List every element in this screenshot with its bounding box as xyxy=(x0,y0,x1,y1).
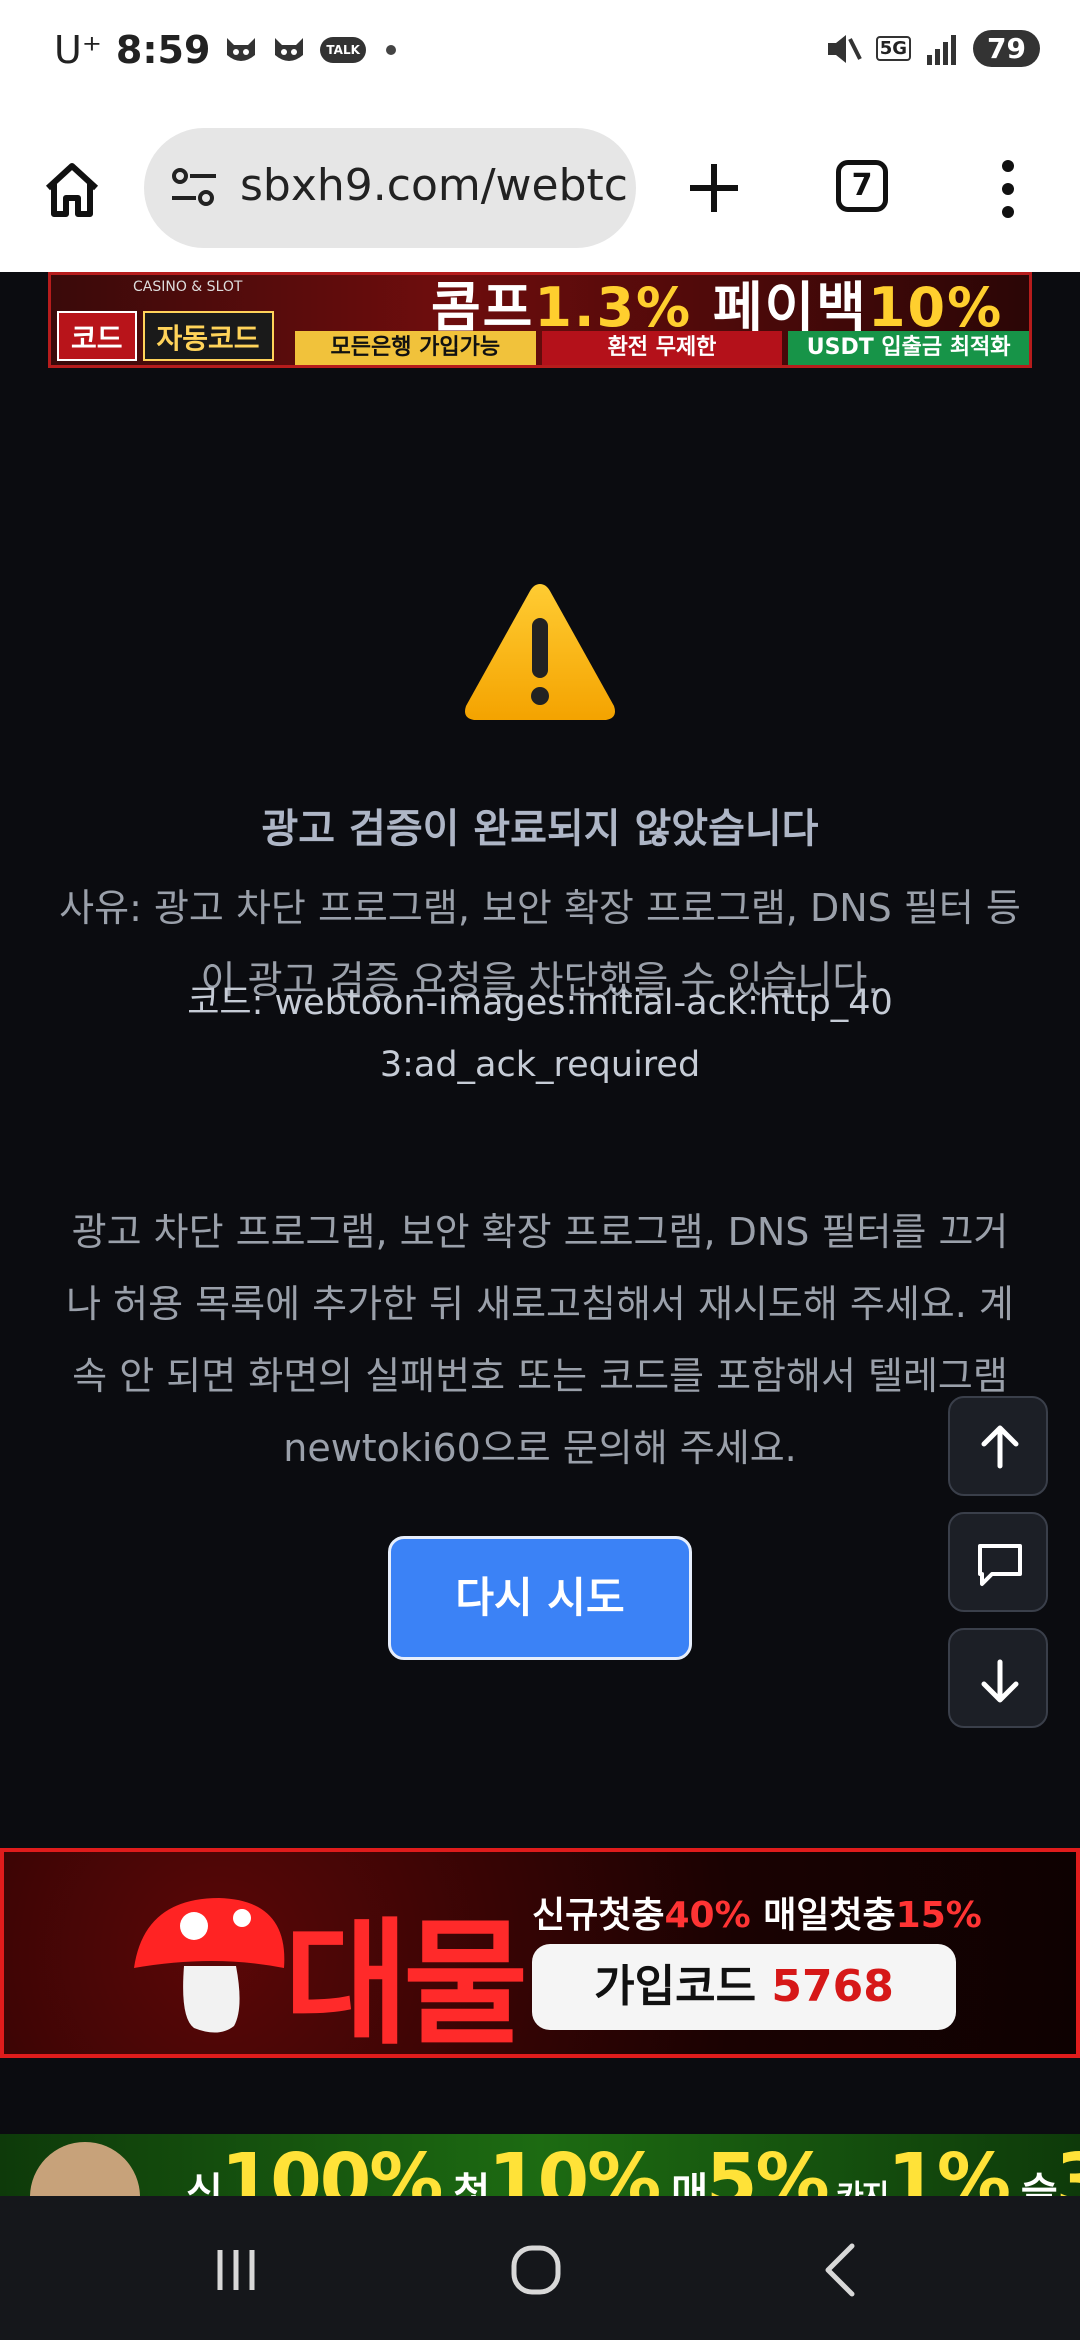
ad-promo-line: 신규첫충40% 매일첫충15% xyxy=(532,1886,982,1938)
ad-bonus-text: 신100% 첫10% 매5% 카지1% 슬3% xyxy=(186,2138,1080,2196)
ad-join-code-box: 가입코드 5768 xyxy=(532,1944,956,2030)
new-tab-icon[interactable] xyxy=(684,158,744,218)
ad-join-code: 5768 xyxy=(771,1961,894,2012)
scroll-to-bottom-button[interactable] xyxy=(948,1628,1048,1728)
comments-button[interactable] xyxy=(948,1512,1048,1612)
ad-bonus-p10: 3% xyxy=(1056,2138,1080,2196)
arrow-down-icon xyxy=(981,1659,1019,1703)
more-menu-icon[interactable] xyxy=(996,156,1020,222)
network-label: 5G xyxy=(875,36,912,61)
system-navigation-bar xyxy=(0,2196,1080,2340)
recent-apps-icon[interactable] xyxy=(206,2240,266,2300)
ad-feature-strip: 모든은행 가입가능 환전 무제한 USDT 입출금 최적화 xyxy=(295,331,1029,365)
ad-headline-mid: 페이백 xyxy=(692,276,868,339)
ad-feature-exchange: 환전 무제한 xyxy=(541,331,783,365)
casino-ad-banner-top[interactable]: CASINO & SLOT 콤프1.3% 페이백10% 코드 자동코드 모든은행… xyxy=(48,272,1032,368)
site-settings-icon[interactable] xyxy=(170,166,218,210)
ad-bonus-p2: 100% xyxy=(220,2138,444,2196)
ad-tagline: CASINO & SLOT xyxy=(133,279,243,295)
ad-bonus-p4: 10% xyxy=(488,2138,661,2196)
ad-code-label: 코드 xyxy=(57,311,137,361)
arrow-up-icon xyxy=(981,1425,1019,1469)
mute-icon xyxy=(827,34,862,63)
tab-switcher-button[interactable]: 7 xyxy=(836,160,888,212)
url-text: sbxh9.com/webtc xyxy=(240,160,628,211)
cat-icon xyxy=(275,38,304,61)
home-icon[interactable] xyxy=(40,158,104,222)
mascot-avatar xyxy=(30,2142,140,2196)
back-icon[interactable] xyxy=(812,2240,872,2300)
ad-headline-prefix: 콤프 xyxy=(431,276,535,339)
ad-bonus-p7: 카지 xyxy=(828,2179,889,2196)
ad-code-group: 코드 자동코드 xyxy=(57,311,274,361)
ad-promo-b-rate: 15% xyxy=(895,1895,982,1936)
ad-feature-usdt: USDT 입출금 최적화 xyxy=(788,331,1029,365)
browser-toolbar: sbxh9.com/webtc 7 xyxy=(0,110,1080,273)
battery-indicator: 79 xyxy=(973,30,1040,67)
scroll-to-top-button[interactable] xyxy=(948,1396,1048,1496)
ad-auto-code: 자동코드 xyxy=(142,311,274,361)
ad-promo-a-rate: 40% xyxy=(664,1895,751,1936)
ad-bonus-p5: 매 xyxy=(659,2170,708,2196)
signal-icon xyxy=(927,34,957,65)
status-bar: U⁺ 8:59 TALK 5G 79 xyxy=(0,0,1080,110)
clock: 8:59 xyxy=(115,28,211,72)
mushroom-logo-icon xyxy=(134,1898,285,2033)
ad-promo-a: 신규첫충 xyxy=(532,1895,665,1936)
talk-icon: TALK xyxy=(320,37,366,63)
ad-bonus-p6: 5% xyxy=(706,2138,830,2196)
ad-headline-rate: 1.3% xyxy=(534,276,693,339)
carrier-label: U⁺ xyxy=(54,28,102,72)
warning-icon xyxy=(465,584,615,720)
ad-feature-banks: 모든은행 가입가능 xyxy=(295,331,536,365)
page-content: CASINO & SLOT 콤프1.3% 페이백10% 코드 자동코드 모든은행… xyxy=(0,272,1080,2196)
ad-promo-b: 매일첫충 xyxy=(750,1895,896,1936)
daemul-ad-banner[interactable]: 대물 신규첫충40% 매일첫충15% 가입코드 5768 xyxy=(0,1848,1080,2058)
home-nav-icon[interactable] xyxy=(506,2240,566,2300)
cat-icon xyxy=(227,38,256,61)
ad-join-label: 가입코드 xyxy=(594,1961,772,2012)
ad-bonus-p1: 신 xyxy=(186,2170,223,2196)
error-code: 코드: webtoon-images:initial-ack:http_403:… xyxy=(187,983,893,1085)
error-title: 광고 검증이 완료되지 않았습니다 xyxy=(261,806,819,852)
ad-brand-text: 대물 xyxy=(284,1906,528,2058)
dot-icon xyxy=(385,45,396,55)
error-help-text: 광고 차단 프로그램, 보안 확장 프로그램, DNS 필터를 끄거나 허용 목… xyxy=(66,1210,1014,1470)
ad-headline-payback: 10% xyxy=(867,276,1004,339)
ad-bonus-p3: 첫 xyxy=(441,2170,490,2196)
bonus-ad-banner-bottom[interactable]: 신100% 첫10% 매5% 카지1% 슬3% xyxy=(0,2134,1080,2196)
address-bar[interactable]: sbxh9.com/webtc xyxy=(144,128,636,248)
ad-bonus-p9: 슬 xyxy=(1008,2170,1058,2196)
retry-button[interactable]: 다시 시도 xyxy=(388,1536,692,1660)
comment-icon xyxy=(978,1544,1022,1586)
ad-bonus-p8: 1% xyxy=(887,2138,1011,2196)
